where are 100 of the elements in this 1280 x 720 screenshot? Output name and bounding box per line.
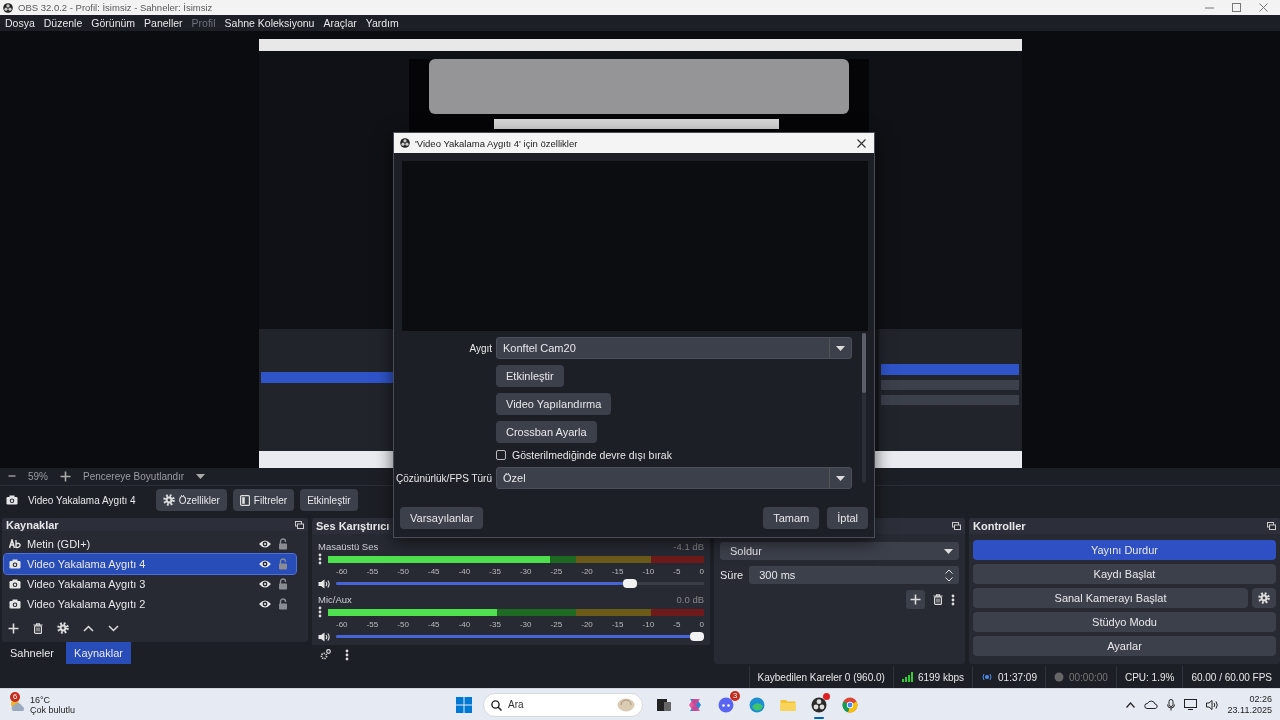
close-icon[interactable]	[857, 138, 866, 148]
stream-time: 01:37:09	[998, 671, 1037, 683]
trash-icon[interactable]	[933, 594, 943, 606]
control-button[interactable]: Kaydı Başlat	[973, 564, 1276, 585]
lock-icon[interactable]	[278, 578, 288, 591]
dialog-button[interactable]: Etkinleştir	[496, 365, 564, 387]
speaker-icon[interactable]	[318, 632, 330, 642]
scale-label: -10	[642, 620, 655, 629]
plus-icon[interactable]	[60, 470, 71, 482]
copilot-icon[interactable]	[687, 696, 703, 713]
dock-tab[interactable]: Sahneler	[2, 642, 63, 665]
transition-dropdown[interactable]: Soldur	[720, 542, 959, 561]
advanced-audio-icon[interactable]	[320, 649, 331, 661]
undock-icon[interactable]	[295, 520, 304, 529]
scale-label: 0	[699, 567, 704, 576]
caret-down-icon	[836, 345, 845, 351]
toolbar-button[interactable]: Filtreler	[232, 489, 295, 512]
filter-icon	[239, 494, 250, 506]
dialog-button[interactable]: Video Yapılandırma	[496, 393, 612, 415]
source-item[interactable]: Video Yakalama Aygıtı 3	[4, 574, 296, 595]
chevron-down-icon[interactable]	[108, 624, 119, 632]
menu-item[interactable]: Dosya	[2, 16, 38, 29]
scale-label: -25	[550, 567, 563, 576]
menu-item[interactable]: Düzenle	[40, 16, 86, 29]
camera-icon	[6, 495, 18, 506]
source-item[interactable]: Video Yakalama Aygıtı 2	[4, 594, 296, 615]
slider-handle[interactable]	[622, 579, 637, 589]
checkbox-label: Gösterilmediğinde devre dışı bırak	[512, 449, 672, 461]
eye-icon[interactable]	[258, 539, 272, 550]
settings-button[interactable]	[1252, 588, 1276, 609]
toolbar-button[interactable]: Özellikler	[155, 489, 227, 512]
toolbar-button[interactable]: Etkinleştir	[300, 489, 358, 512]
chevron-up-icon[interactable]	[1125, 701, 1135, 708]
scale-label: -45	[427, 567, 440, 576]
scale-label: -15	[611, 620, 624, 629]
chrome-icon[interactable]	[842, 696, 858, 713]
microphone-icon[interactable]	[1166, 698, 1175, 711]
volume-slider[interactable]	[336, 632, 704, 642]
source-item[interactable]: Video Yakalama Aygıtı 4	[4, 554, 296, 575]
menu-item[interactable]: Sahne Koleksiyonu	[221, 16, 318, 29]
speaker-icon[interactable]	[318, 579, 330, 589]
checkbox[interactable]	[496, 450, 506, 460]
control-button[interactable]: Ayarlar	[973, 636, 1276, 657]
dock-tab[interactable]: Kaynaklar	[66, 642, 131, 665]
volume-reading: -4.1 dB	[673, 541, 704, 552]
eye-icon[interactable]	[258, 579, 272, 590]
scale-label: -25	[550, 620, 563, 629]
control-button[interactable]: Sanal Kamerayı Başlat	[973, 588, 1248, 609]
source-item[interactable]: Metin (GDI+)	[4, 534, 296, 555]
defaults-button[interactable]: Varsayılanlar	[400, 507, 484, 529]
display-icon[interactable]	[1183, 699, 1197, 711]
scale-label: -35	[489, 620, 501, 629]
task-view-icon[interactable]	[656, 696, 672, 713]
menu-item[interactable]: Paneller	[141, 16, 186, 29]
more-icon[interactable]	[318, 553, 322, 566]
menu-item[interactable]: Araçlar	[320, 16, 360, 29]
menu-item[interactable]: Yardım	[362, 16, 402, 29]
menu-item[interactable]: Görünüm	[88, 16, 139, 29]
search-field[interactable]: Ara	[483, 692, 643, 717]
trash-icon[interactable]	[33, 622, 43, 634]
cpu-usage: CPU: 1.9%	[1124, 671, 1175, 683]
ok-button[interactable]: Tamam	[763, 507, 820, 529]
control-button[interactable]: Stüdyo Modu	[973, 612, 1276, 633]
signal-icon	[901, 672, 913, 683]
recording-app-icon[interactable]	[811, 696, 827, 713]
browser-icon[interactable]	[749, 696, 765, 713]
more-icon[interactable]	[951, 593, 955, 606]
device-dropdown[interactable]: Konftel Cam20	[496, 337, 852, 359]
scale-label: -55	[366, 567, 379, 576]
undock-icon[interactable]	[952, 522, 961, 531]
spin-up-icon[interactable]	[945, 568, 953, 574]
scale-label: -60	[336, 620, 348, 629]
caret-down-icon	[836, 475, 845, 481]
lock-icon[interactable]	[278, 538, 288, 551]
eye-icon[interactable]	[258, 559, 272, 570]
duration-field[interactable]: 300 ms	[749, 566, 959, 585]
record-time: 00:00:00	[1068, 671, 1108, 683]
eye-icon[interactable]	[258, 599, 272, 610]
scale-label: -50	[397, 567, 409, 576]
spin-down-icon[interactable]	[945, 576, 953, 582]
chat-app-icon[interactable]	[718, 696, 734, 713]
volume-icon[interactable]	[1205, 699, 1219, 710]
control-button[interactable]: Yayını Durdur	[973, 540, 1276, 561]
cancel-button[interactable]: İptal	[827, 507, 868, 529]
cloud-icon[interactable]	[1143, 700, 1158, 710]
resolution-dropdown[interactable]: Özel	[496, 467, 852, 489]
more-icon[interactable]	[318, 606, 322, 619]
more-icon[interactable]	[345, 648, 349, 661]
dialog-button[interactable]: Crossban Ayarla	[496, 421, 597, 443]
scale-label: 0	[699, 620, 704, 629]
scrollbar[interactable]	[862, 333, 866, 483]
lock-icon[interactable]	[278, 598, 288, 611]
scale-mode-dropdown[interactable]: Pencereye Boyutlandır	[83, 470, 185, 482]
undock-icon[interactable]	[1267, 522, 1276, 531]
slider-handle[interactable]	[690, 632, 704, 642]
maximize-icon[interactable]	[1232, 3, 1241, 13]
scale-label: -45	[427, 620, 440, 629]
start-icon[interactable]	[456, 696, 472, 713]
window-title: OBS 32.0.2 - Profil: İsimsiz - Sahneler: İsimsiz	[18, 2, 213, 14]
scale-label: -50	[397, 620, 409, 629]
